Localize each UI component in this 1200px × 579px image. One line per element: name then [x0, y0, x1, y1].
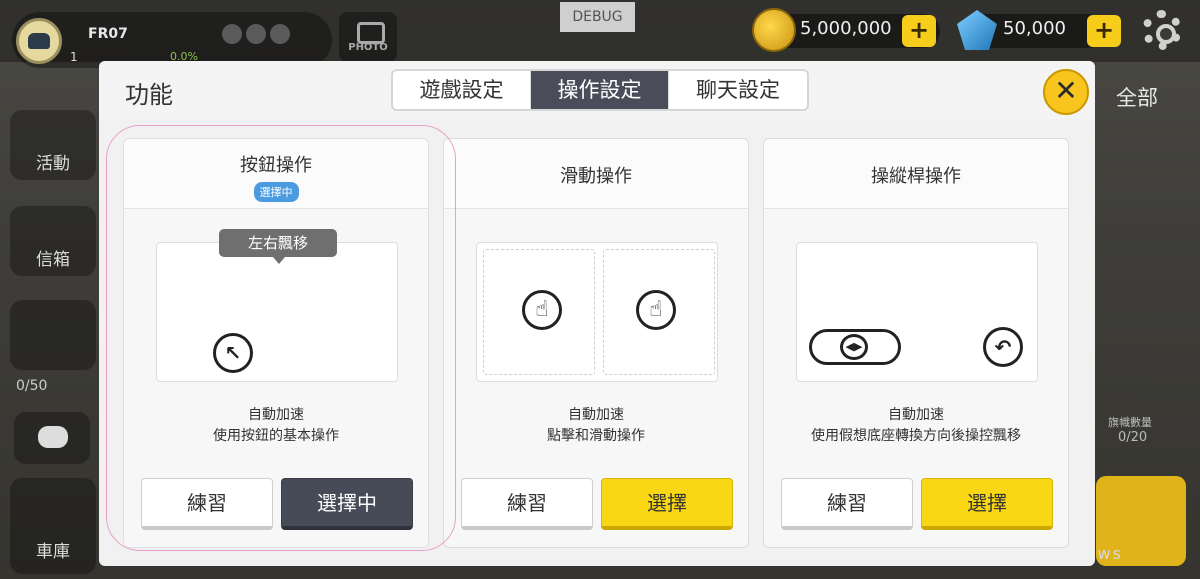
chat-icon[interactable]	[14, 412, 90, 464]
tab-game-settings[interactable]: 遊戲設定	[393, 71, 531, 109]
select-button[interactable]: 選擇	[601, 478, 733, 530]
photo-label: PHOTO	[348, 42, 388, 53]
tap-hand-icon: ☝	[636, 290, 676, 330]
card-description: 自動加速 點擊和滑動操作	[444, 405, 748, 447]
photo-button[interactable]: PHOTO	[339, 12, 397, 62]
card-title: 操縱桿操作	[871, 166, 961, 187]
sidebar-item-trophy[interactable]	[10, 300, 96, 370]
joystick-knob-icon: ◀▶	[840, 334, 868, 360]
dot-icon	[222, 24, 242, 44]
sidebar-item-label: 信箱	[36, 250, 70, 270]
control-preview: ☝ ☝	[476, 242, 718, 382]
modal-title: 功能	[125, 81, 173, 109]
debug-button[interactable]: DEBUG	[560, 2, 635, 32]
desc-line: 點擊和滑動操作	[547, 428, 645, 444]
flag-count: 0/20	[1118, 430, 1148, 445]
select-button[interactable]: 選擇	[921, 478, 1053, 530]
trophy-count: 0/50	[16, 378, 48, 394]
practice-button[interactable]: 練習	[461, 478, 593, 530]
status-dots	[222, 24, 294, 48]
sidebar-item-label: 活動	[36, 154, 70, 174]
gear-icon[interactable]	[1142, 10, 1182, 50]
add-gems-button[interactable]: +	[1087, 15, 1121, 47]
drift-arrow-icon: ↶	[983, 327, 1023, 367]
control-card-joystick[interactable]: 操縱桿操作 ◀▶ ↶ 自動加速 使用假想底座轉換方向後操控飄移 練習 選擇	[763, 138, 1069, 548]
settings-tabs: 遊戲設定 操作設定 聊天設定	[391, 69, 809, 111]
sidebar-item-garage[interactable]: 車庫	[10, 478, 96, 574]
card-header: 操縱桿操作	[764, 139, 1068, 209]
right-touch-zone: ☝	[603, 249, 715, 375]
tab-control-settings[interactable]: 操作設定	[531, 71, 669, 109]
dot-icon	[246, 24, 266, 44]
practice-button[interactable]: 練習	[781, 478, 913, 530]
coin-amount: 5,000,000	[800, 18, 892, 39]
card-header: 滑動操作	[444, 139, 748, 209]
filter-all-tab[interactable]: 全部	[1116, 82, 1158, 112]
player-name: FR07	[88, 26, 128, 42]
coin-icon	[752, 8, 796, 52]
joystick-base-icon: ◀▶	[809, 329, 901, 365]
modal-header: 功能 遊戲設定 操作設定 聊天設定 ✕	[99, 61, 1095, 119]
card-description: 自動加速 使用假想底座轉換方向後操控飄移	[764, 405, 1068, 447]
tab-chat-settings[interactable]: 聊天設定	[669, 71, 807, 109]
left-touch-zone: ☝	[483, 249, 595, 375]
desc-line: 自動加速	[568, 407, 624, 423]
gem-amount: 50,000	[1003, 18, 1066, 39]
desc-line: 自動加速	[888, 407, 944, 423]
sidebar-item-label: 車庫	[36, 542, 70, 562]
control-card-swipe[interactable]: 滑動操作 ☝ ☝ 自動加速 點擊和滑動操作 練習 選擇	[443, 138, 749, 548]
avatar[interactable]	[16, 18, 62, 64]
selection-highlight	[106, 125, 456, 551]
desc-line: 使用假想底座轉換方向後操控飄移	[811, 428, 1021, 444]
player-level: 1	[70, 50, 78, 64]
tap-hand-icon: ☝	[522, 290, 562, 330]
sidebar-item-mailbox[interactable]: 信箱	[10, 206, 96, 276]
add-coins-button[interactable]: +	[902, 15, 936, 47]
flag-label: 旗幟數量	[1108, 416, 1152, 429]
dot-icon	[270, 24, 290, 44]
sidebar-item-events[interactable]: 活動	[10, 110, 96, 180]
close-button[interactable]: ✕	[1043, 69, 1089, 115]
control-preview: ◀▶ ↶	[796, 242, 1038, 382]
card-title: 滑動操作	[560, 166, 632, 187]
